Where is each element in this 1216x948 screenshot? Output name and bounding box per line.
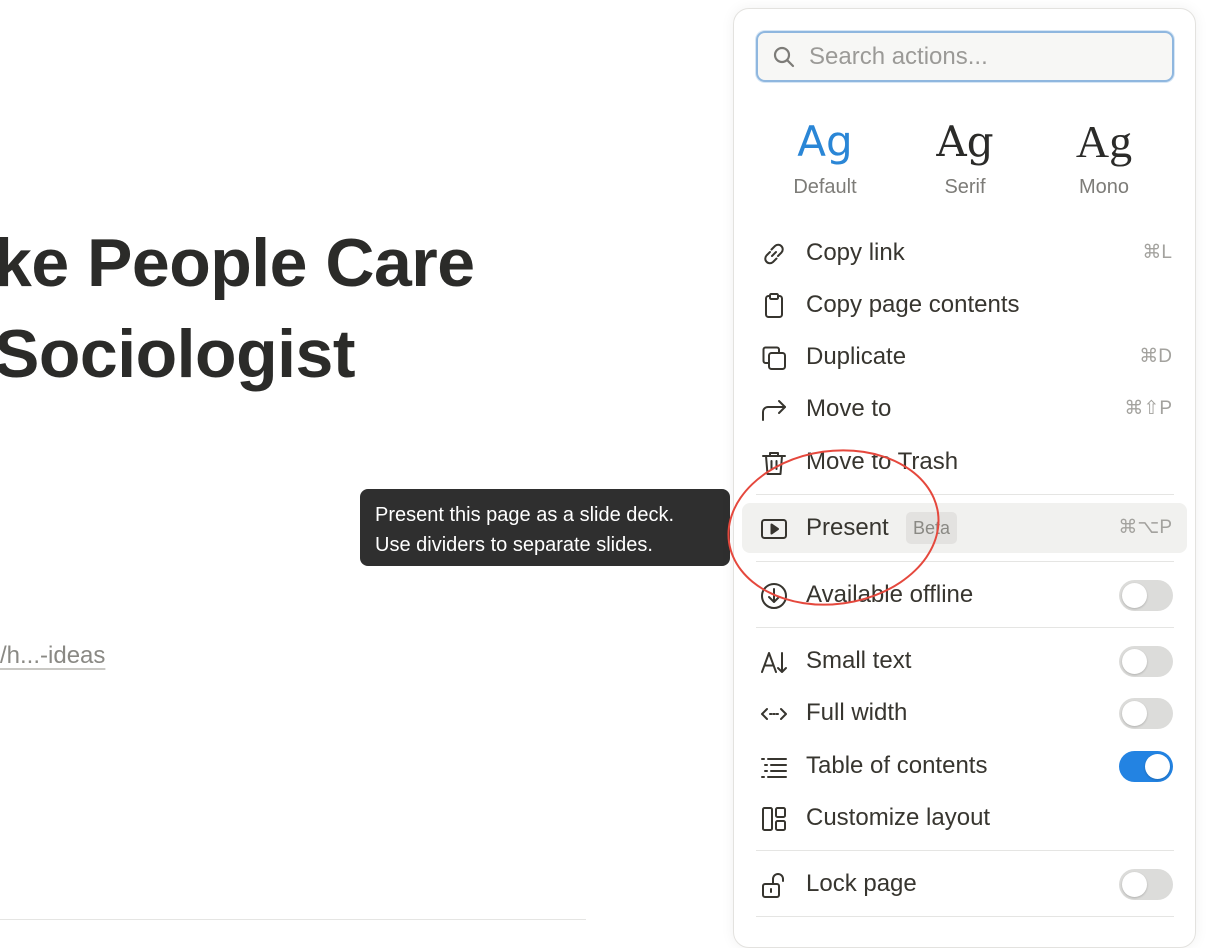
download-circle-icon [759, 581, 789, 611]
menu-item-label: Present [806, 514, 889, 541]
lock-page-toggle[interactable] [1119, 869, 1173, 900]
page-title-line1: ke People Care [0, 225, 475, 301]
link-icon [759, 239, 789, 269]
menu-item-label: Duplicate [806, 343, 907, 370]
move-arrow-icon [759, 395, 789, 425]
shortcut-hint: ⌘D [1139, 346, 1172, 367]
menu-separator [756, 627, 1174, 628]
toggle-knob [1122, 649, 1147, 674]
menu-separator [756, 850, 1174, 851]
menu-item-move-to-trash[interactable]: Move to Trash [742, 437, 1187, 487]
toggle-knob [1145, 754, 1170, 779]
menu-item-full-width[interactable]: Full width [742, 688, 1187, 738]
small-text-icon [759, 647, 789, 677]
present-tooltip: Present this page as a slide deck. Use d… [360, 489, 730, 566]
page-divider [0, 919, 586, 920]
menu-item-customize-layout[interactable]: Customize layout [742, 793, 1187, 843]
font-label-default: Default [793, 176, 857, 198]
menu-item-label: Table of contents [806, 752, 988, 779]
menu-separator [756, 561, 1174, 562]
lock-icon [759, 870, 789, 900]
menu-item-label: Lock page [806, 870, 917, 897]
menu-separator [756, 494, 1174, 495]
layout-icon [759, 804, 789, 834]
menu-item-copy-page-contents[interactable]: Copy page contents [742, 280, 1187, 330]
page-actions-menu: Ag Default Ag Serif Ag Mono Copy link ⌘L [733, 8, 1196, 948]
font-sample-serif: Ag [936, 117, 994, 166]
menu-item-duplicate[interactable]: Duplicate ⌘D [742, 332, 1187, 382]
menu-item-label: Full width [806, 699, 908, 726]
menu-item-lock-page[interactable]: Lock page [742, 859, 1187, 909]
font-option-default[interactable]: Ag Default [765, 114, 885, 202]
beta-badge: Beta [906, 512, 958, 544]
toggle-knob [1122, 583, 1147, 608]
font-option-serif[interactable]: Ag Serif [905, 114, 1025, 202]
menu-item-label: Move to Trash [806, 448, 959, 475]
horizontal-arrows-icon [759, 699, 789, 729]
duplicate-icon [759, 343, 789, 373]
menu-item-table-of-contents[interactable]: Table of contents [742, 741, 1187, 791]
menu-item-present[interactable]: Present Beta ⌘⌥P [742, 503, 1187, 553]
present-icon [759, 514, 789, 544]
page-title-line2: Sociologist [0, 316, 355, 392]
shortcut-hint: ⌘L [1142, 242, 1172, 263]
tooltip-line2: Use dividers to separate slides. [375, 534, 653, 556]
table-of-contents-toggle[interactable] [1119, 751, 1173, 782]
menu-item-move-to[interactable]: Move to ⌘⇧P [742, 384, 1187, 434]
font-sample-default: Ag [797, 117, 853, 166]
menu-item-label: Small text [806, 647, 912, 674]
shortcut-hint: ⌘⌥P [1118, 517, 1172, 538]
list-icon [759, 752, 789, 782]
menu-item-copy-link[interactable]: Copy link ⌘L [742, 228, 1187, 278]
toggle-knob [1122, 701, 1147, 726]
menu-item-small-text[interactable]: Small text [742, 636, 1187, 686]
menu-item-available-offline[interactable]: Available offline [742, 570, 1187, 620]
search-icon [772, 45, 796, 69]
menu-item-label: Move to [806, 395, 892, 422]
menu-item-label: Copy page contents [806, 291, 1020, 318]
trash-icon [759, 448, 789, 478]
small-text-toggle[interactable] [1119, 646, 1173, 677]
page-link[interactable]: /h...-ideas [0, 642, 105, 670]
menu-item-label: Available offline [806, 581, 974, 608]
offline-toggle[interactable] [1119, 580, 1173, 611]
full-width-toggle[interactable] [1119, 698, 1173, 729]
search-box[interactable] [756, 31, 1174, 82]
font-sample-mono: Ag [1075, 116, 1133, 167]
font-selector: Ag Default Ag Serif Ag Mono [756, 114, 1174, 214]
page-title: ke People Care Sociologist [0, 218, 475, 400]
clipboard-icon [759, 291, 789, 321]
toggle-knob [1122, 872, 1147, 897]
font-label-mono: Mono [1078, 176, 1130, 198]
menu-item-label: Customize layout [806, 804, 991, 831]
tooltip-line1: Present this page as a slide deck. [375, 504, 675, 526]
shortcut-hint: ⌘⇧P [1124, 398, 1172, 419]
menu-separator [756, 916, 1174, 917]
font-option-mono[interactable]: Ag Mono [1044, 114, 1164, 202]
menu-item-label: Copy link [806, 239, 905, 266]
font-label-serif: Serif [944, 176, 986, 198]
search-input[interactable] [807, 38, 1161, 76]
